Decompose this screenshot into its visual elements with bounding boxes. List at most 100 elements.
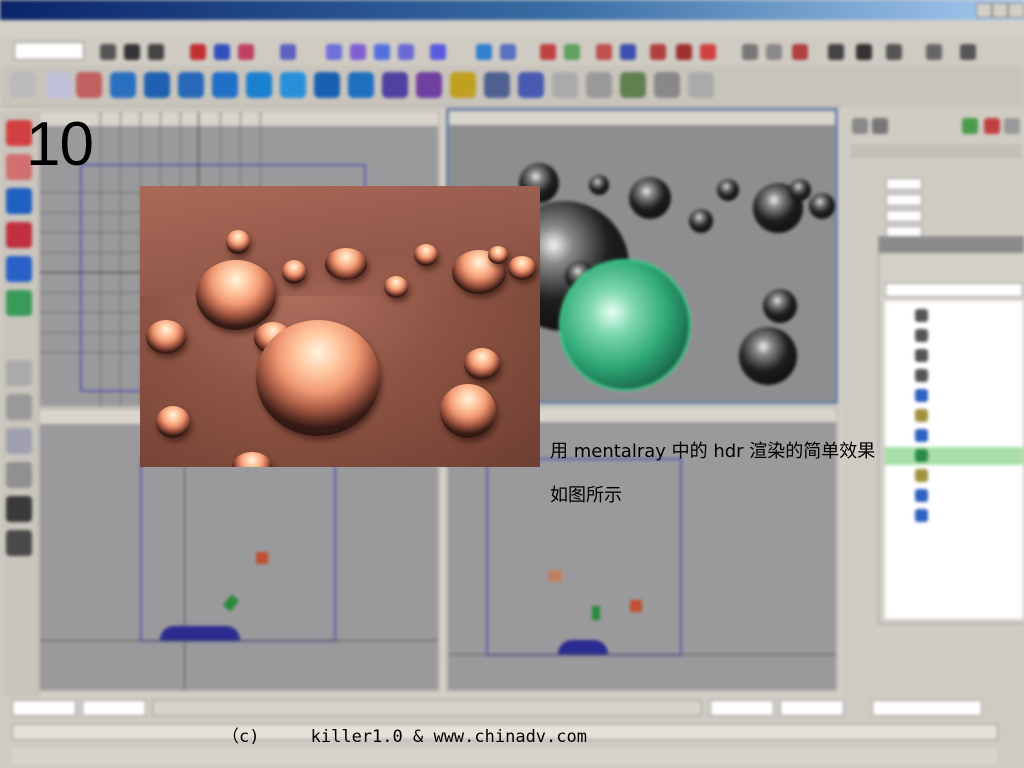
plane-icon[interactable] — [280, 72, 306, 98]
snap-curve-icon[interactable] — [350, 44, 366, 60]
key-two-icon[interactable] — [856, 44, 872, 60]
translate-z-field[interactable] — [882, 210, 1022, 222]
panel-icon[interactable] — [552, 72, 578, 98]
connect-icon[interactable] — [960, 44, 976, 60]
character-set-field[interactable] — [872, 700, 982, 716]
layout-graph-icon[interactable] — [6, 530, 32, 556]
poly-torus-icon[interactable] — [416, 72, 442, 98]
maximize-icon[interactable] — [992, 3, 1008, 18]
make-live-icon[interactable] — [430, 44, 446, 60]
paint-icon[interactable] — [792, 44, 808, 60]
list-item[interactable] — [885, 387, 1023, 405]
construction-history-icon[interactable] — [500, 44, 516, 60]
menu-bar[interactable] — [0, 20, 1024, 39]
select-by-component-icon[interactable] — [238, 44, 254, 60]
end-time-field[interactable] — [82, 700, 146, 716]
range-slider[interactable] — [152, 700, 702, 716]
shelf-menu-icon[interactable] — [10, 72, 36, 98]
select-by-hierarchy-icon[interactable] — [190, 44, 206, 60]
hypershade-icon[interactable] — [620, 44, 636, 60]
torus-icon[interactable] — [246, 72, 272, 98]
rivet-icon[interactable] — [926, 44, 942, 60]
light-icon[interactable] — [450, 72, 476, 98]
caption-line-1: 用 mentalray 中的 hdr 渲染的简单效果 — [550, 441, 876, 462]
menu-set-dropdown[interactable] — [14, 42, 84, 60]
list-item[interactable] — [885, 467, 1023, 485]
key-icon[interactable] — [828, 44, 844, 60]
channel-icon[interactable] — [676, 44, 692, 60]
channel-tabs[interactable] — [850, 144, 1022, 158]
manip-icon[interactable] — [962, 118, 978, 134]
list-item[interactable] — [885, 367, 1023, 385]
outliner-window[interactable] — [878, 236, 1024, 624]
help-line — [12, 748, 998, 764]
rotate-tool-icon[interactable] — [6, 222, 32, 248]
camera-icon[interactable] — [484, 72, 510, 98]
render-icon[interactable] — [540, 44, 556, 60]
cube-icon[interactable] — [144, 72, 170, 98]
minimize-icon[interactable] — [976, 3, 992, 18]
layout-single-icon[interactable] — [6, 360, 32, 386]
render-globals-icon[interactable] — [596, 44, 612, 60]
list-item[interactable] — [885, 307, 1023, 325]
layer-editor-icon[interactable] — [872, 118, 888, 134]
new-scene-icon[interactable] — [100, 44, 116, 60]
curve-icon[interactable] — [46, 72, 72, 98]
attribute-icon[interactable] — [650, 44, 666, 60]
cone-icon[interactable] — [212, 72, 238, 98]
outliner-list[interactable] — [885, 301, 1023, 619]
sphere-icon[interactable] — [110, 72, 136, 98]
window-title-bar[interactable] — [0, 0, 1024, 20]
panel-four-icon[interactable] — [688, 72, 714, 98]
nurbs-curve-icon[interactable] — [76, 72, 102, 98]
list-item[interactable] — [885, 487, 1023, 505]
layout-stack-icon[interactable] — [6, 462, 32, 488]
close-icon[interactable] — [1008, 3, 1024, 18]
poly-cube-icon[interactable] — [314, 72, 340, 98]
translate-x-field[interactable] — [882, 178, 1022, 190]
panel-two-icon[interactable] — [586, 72, 612, 98]
panel-three-icon[interactable] — [654, 72, 680, 98]
list-item[interactable] — [885, 347, 1023, 365]
layout-side-icon[interactable] — [6, 428, 32, 454]
list-item[interactable] — [885, 327, 1023, 345]
history-icon[interactable] — [476, 44, 492, 60]
list-item[interactable] — [885, 427, 1023, 445]
mask-icon[interactable] — [280, 44, 296, 60]
list-item[interactable] — [885, 507, 1023, 525]
cylinder-icon[interactable] — [178, 72, 204, 98]
list-item[interactable] — [885, 407, 1023, 425]
layout-icon[interactable] — [742, 44, 758, 60]
snap-grid-icon[interactable] — [326, 44, 342, 60]
layout-four-icon[interactable] — [6, 394, 32, 420]
layout-two-icon[interactable] — [766, 44, 782, 60]
viewport-menu[interactable] — [449, 111, 835, 125]
manipulator-icon[interactable] — [6, 290, 32, 316]
camera-frame — [140, 456, 336, 642]
save-scene-icon[interactable] — [148, 44, 164, 60]
start-time-field[interactable] — [12, 700, 76, 716]
credit-line: （c) killer1.0 & www.chinadv.com — [222, 727, 587, 747]
poly-cylinder-icon[interactable] — [348, 72, 374, 98]
list-item-selected[interactable] — [885, 447, 1023, 465]
help-icon[interactable] — [1004, 118, 1020, 134]
channel-box-icon[interactable] — [852, 118, 868, 134]
render-view-icon[interactable] — [620, 72, 646, 98]
range-start-field[interactable] — [710, 700, 774, 716]
soft-icon[interactable] — [984, 118, 1000, 134]
translate-y-field[interactable] — [882, 194, 1022, 206]
open-scene-icon[interactable] — [124, 44, 140, 60]
snap-point-icon[interactable] — [374, 44, 390, 60]
ipr-render-icon[interactable] — [564, 44, 580, 60]
select-by-object-icon[interactable] — [214, 44, 230, 60]
scale-tool-icon[interactable] — [6, 256, 32, 282]
shelf-icon[interactable] — [886, 44, 902, 60]
tool-settings-icon[interactable] — [700, 44, 716, 60]
selected-sphere[interactable] — [559, 259, 691, 391]
range-end-field[interactable] — [780, 700, 844, 716]
poly-cone-icon[interactable] — [382, 72, 408, 98]
move-tool-icon[interactable] — [6, 188, 32, 214]
layout-persp-icon[interactable] — [6, 496, 32, 522]
deformer-icon[interactable] — [518, 72, 544, 98]
snap-view-icon[interactable] — [398, 44, 414, 60]
